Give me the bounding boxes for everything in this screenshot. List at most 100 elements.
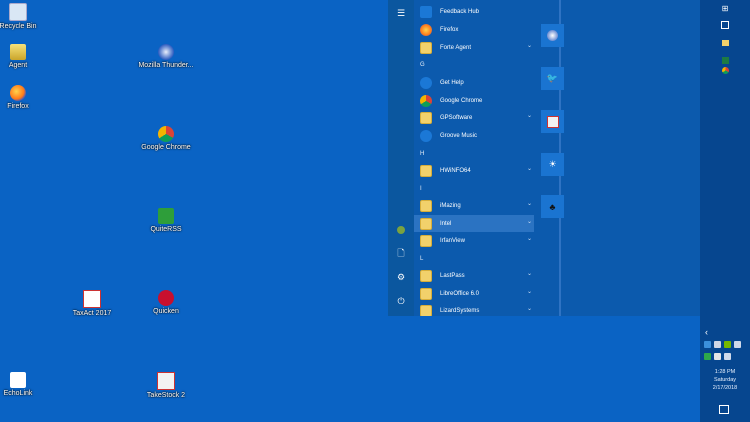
folder-icon — [420, 199, 432, 212]
power-icon[interactable]: ⏻ — [388, 291, 414, 311]
desktop-icon-quiterss[interactable]: QuiteRSS — [136, 208, 196, 234]
folder-icon — [420, 234, 432, 247]
desktop-icon-recycle-bin[interactable]: Recycle Bin — [0, 3, 48, 31]
echolink-tile-icon: ♣ — [549, 201, 556, 212]
chevron-down-icon: ⌄ — [526, 219, 532, 225]
app-feedback-hub[interactable]: Feedback Hub — [414, 3, 534, 20]
takestock-icon — [157, 372, 175, 390]
user-avatar-icon[interactable] — [388, 220, 414, 240]
chevron-down-icon: ⌄ — [526, 236, 532, 242]
tray-icons-row-1 — [704, 341, 741, 348]
tile-gpsoftware[interactable] — [541, 110, 564, 133]
letter-header-g[interactable]: G — [420, 62, 425, 68]
nvidia-icon[interactable] — [724, 341, 731, 348]
desktop-icon-quicken[interactable]: Quicken — [136, 290, 196, 316]
search-icon — [721, 21, 729, 29]
chevron-down-icon: ⌄ — [526, 113, 532, 119]
wifi-icon[interactable] — [724, 353, 731, 360]
app-google-chrome[interactable]: Google Chrome — [414, 92, 534, 109]
folder-irfanview[interactable]: IrfanView ⌄ — [414, 232, 534, 249]
windows-start-icon: ⊞ — [721, 3, 729, 13]
app-get-help[interactable]: Get Help — [414, 74, 534, 91]
agent-icon — [10, 44, 26, 60]
folder-icon — [420, 164, 432, 177]
clock-date: 2/17/2018 — [712, 385, 738, 391]
keyboard-icon[interactable] — [714, 353, 721, 360]
twitter-tile-icon: 🐦 — [546, 73, 559, 83]
desktop-icon-firefox[interactable]: Firefox — [0, 85, 48, 111]
folder-icon — [420, 269, 432, 282]
gear-icon[interactable]: ⚙ — [388, 267, 414, 287]
folder-forte-agent[interactable]: Forte Agent ⌄ — [414, 39, 534, 56]
chevron-down-icon: ⌄ — [526, 271, 532, 277]
letter-header-i[interactable]: I — [420, 186, 422, 192]
action-center-icon — [719, 404, 729, 414]
tile-weather[interactable]: ☀ — [541, 153, 564, 176]
folder-gpsoftware[interactable]: GPSoftware ⌄ — [414, 109, 534, 126]
chrome-icon — [420, 94, 432, 107]
tray-overflow-chevron[interactable]: ‹ — [705, 327, 708, 337]
chevron-down-icon: ⌄ — [526, 43, 532, 49]
tile-thunderbird[interactable] — [541, 24, 564, 47]
folder-icon — [420, 111, 432, 124]
folder-lizardsystems[interactable]: LizardSystems ⌄ — [414, 302, 534, 316]
desktop-icon-thunderbird[interactable]: Mozilla Thunder... — [136, 44, 196, 70]
taskbar: ⊞ ‹ 1:28 PM Saturday 2/17/2018 — [700, 0, 750, 422]
app-firefox[interactable]: Firefox — [414, 21, 534, 38]
letter-header-h[interactable]: H — [420, 151, 424, 157]
check-icon[interactable] — [704, 353, 711, 360]
desktop-icon-chrome[interactable]: Google Chrome — [136, 126, 196, 152]
folder-icon — [420, 41, 432, 54]
help-icon — [420, 76, 432, 89]
folder-icon — [420, 304, 432, 316]
gpsoftware-tile-icon — [546, 115, 559, 128]
mail-icon[interactable] — [704, 341, 711, 348]
folder-libreoffice[interactable]: LibreOffice 6.0 ⌄ — [414, 285, 534, 302]
action-center-button[interactable] — [718, 403, 730, 415]
tile-twitter[interactable]: 🐦 — [541, 67, 564, 90]
music-icon — [420, 129, 432, 142]
folder-imazing[interactable]: iMazing ⌄ — [414, 197, 534, 214]
chrome-icon — [158, 126, 174, 142]
windows-start-button[interactable]: ⊞ — [708, 0, 742, 16]
desktop-icon-echolink[interactable]: EchoLink — [0, 372, 48, 398]
echolink-icon — [10, 372, 26, 388]
firefox-icon — [10, 85, 26, 101]
thunderbird-tile-icon — [547, 30, 558, 41]
clock-time: 1:28 PM — [714, 369, 736, 375]
start-menu: ☰ 🗋 ⚙ ⏻ Feedback Hub Firefox Forte Agent… — [388, 0, 700, 316]
start-rail: ☰ 🗋 ⚙ ⏻ — [388, 0, 414, 316]
tray-icons-row-2 — [704, 353, 731, 360]
tile-echolink[interactable]: ♣ — [541, 195, 564, 218]
desktop-icon-taxact[interactable]: TaxAct 2017 — [62, 290, 122, 318]
firefox-icon — [420, 23, 432, 36]
volume-icon[interactable] — [734, 341, 741, 348]
chevron-down-icon: ⌄ — [526, 166, 532, 172]
weather-tile-icon: ☀ — [548, 159, 557, 169]
folder-lastpass[interactable]: LastPass ⌄ — [414, 267, 534, 284]
search-button[interactable] — [708, 17, 742, 33]
feedback-hub-icon — [420, 5, 432, 18]
chrome-taskbar-button[interactable] — [708, 62, 742, 78]
folder-icon — [420, 217, 432, 230]
rss-icon — [158, 208, 174, 224]
folder-intel[interactable]: Intel ⌄ — [414, 215, 534, 232]
taxact-icon — [83, 290, 101, 308]
chevron-down-icon: ⌄ — [526, 201, 532, 207]
file-explorer-icon — [721, 40, 729, 46]
taskbar-clock[interactable]: 1:28 PM Saturday 2/17/2018 — [700, 368, 750, 392]
clock-day: Saturday — [713, 377, 736, 383]
hamburger-icon[interactable]: ☰ — [388, 3, 414, 23]
file-explorer-button[interactable] — [708, 35, 742, 51]
recycle-bin-icon — [9, 3, 27, 21]
folder-hwinfo64[interactable]: HWiNFO64 ⌄ — [414, 162, 534, 179]
letter-header-l[interactable]: L — [420, 256, 423, 262]
quicken-icon — [158, 290, 174, 306]
app-groove-music[interactable]: Groove Music — [414, 127, 534, 144]
desktop-icon-takestock[interactable]: TakeStock 2 — [136, 372, 196, 400]
document-icon[interactable]: 🗋 — [388, 244, 414, 264]
folder-icon — [420, 287, 432, 300]
desktop-icon-agent[interactable]: Agent — [0, 44, 48, 70]
network-icon[interactable] — [714, 341, 721, 348]
chevron-down-icon: ⌄ — [526, 306, 532, 312]
